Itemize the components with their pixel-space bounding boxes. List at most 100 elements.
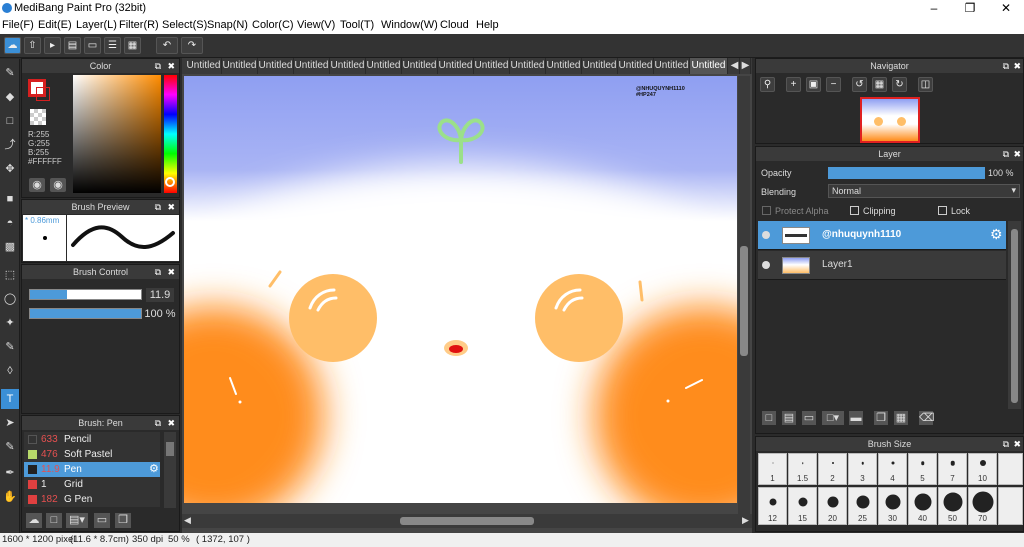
magic-wand-tool-icon[interactable]: ✦ [1,313,19,333]
layer-settings-icon[interactable]: ⚙ [990,226,1003,243]
menu-window[interactable]: Window(W) [381,19,438,31]
close-panel-icon[interactable]: ✖ [167,265,175,279]
duplicate-layer-icon[interactable]: ❐ [874,411,888,425]
brush-size-option[interactable]: 2 [818,453,847,485]
brush-size-option[interactable]: 70 [968,487,997,525]
menu-layer[interactable]: Layer(L) [76,19,117,31]
menu-tool[interactable]: Tool(T) [340,19,374,31]
close-panel-icon[interactable]: ✖ [167,416,175,430]
vertical-scrollbar[interactable] [738,76,750,516]
select-eraser-tool-icon[interactable]: ◊ [1,361,19,381]
layer-row-selected[interactable]: @nhuquynh1110 ⚙ [758,221,1006,250]
close-panel-icon[interactable]: ✖ [167,59,175,73]
brush-size-option[interactable]: 7 [938,453,967,485]
brush-size-option[interactable]: 5 [908,453,937,485]
duplicate-icon[interactable]: ❐ [115,513,131,528]
undock-icon[interactable]: ⧉ [1003,437,1009,451]
comment-icon[interactable]: ▤ [64,37,81,54]
brush-size-slider[interactable] [29,289,142,300]
add-layer-menu-icon[interactable]: □▾ [822,411,844,425]
share-icon[interactable]: ▸ [44,37,61,54]
move-tool-icon[interactable]: ✥ [1,159,19,179]
new-brush-icon[interactable]: □ [46,513,62,528]
drawing-canvas[interactable]: @NHUQUYNH1110 #HP247 [184,76,737,503]
scroll-left-icon[interactable]: ◀ [184,515,191,526]
scroll-thumb[interactable] [166,442,174,456]
brush-tool-icon[interactable]: ✎ [1,63,19,83]
lasso-tool-icon[interactable]: ◯ [1,289,19,309]
vertical-scroll-thumb[interactable] [740,246,748,356]
transparent-color-swatch[interactable] [30,109,46,125]
undock-icon[interactable]: ⧉ [155,200,161,214]
tab-untitled[interactable]: Untitled [258,58,294,74]
tab-untitled[interactable]: Untitled [618,58,654,74]
brush-size-option[interactable]: 12 [758,487,787,525]
menu-file[interactable]: File(F) [2,19,34,31]
fit-icon[interactable]: ▣ [806,77,821,92]
select-pen-tool-icon[interactable]: ✎ [1,337,19,357]
brush-item-pencil[interactable]: 633 Pencil [24,432,160,447]
brush-size-option[interactable]: 15 [788,487,817,525]
reset-view-icon[interactable]: ▦ [872,77,887,92]
menu-select[interactable]: Select(S) [162,19,207,31]
menu-edit[interactable]: Edit(E) [38,19,72,31]
tab-untitled[interactable]: Untitled [366,58,402,74]
tab-untitled[interactable]: Untitled [546,58,582,74]
new-halftone-layer-icon[interactable]: ▤ [782,411,796,425]
brush-size-option[interactable]: 10 [968,453,997,485]
minimize-button[interactable]: – [916,0,952,17]
brush-size-option[interactable]: 3 [848,453,877,485]
layer-row[interactable]: Layer1 [758,251,1006,280]
brush-opacity-slider[interactable] [29,308,142,319]
palette-icon[interactable]: ◉ [29,178,45,192]
document-icon[interactable]: ▭ [84,37,101,54]
horizontal-scroll-thumb[interactable] [400,517,534,525]
undock-icon[interactable]: ⧉ [155,59,161,73]
brush-size-option[interactable]: 4 [878,453,907,485]
brush-size-option[interactable]: 40 [908,487,937,525]
brush-size-value[interactable]: 11.9 [146,288,174,302]
tab-untitled[interactable]: Untitled [186,58,222,74]
layer-scroll-thumb[interactable] [1011,229,1018,403]
menu-view[interactable]: View(V) [297,19,335,31]
tab-scroll-left-icon[interactable]: ◀ [730,58,740,74]
undock-icon[interactable]: ⧉ [1003,59,1009,73]
eyedropper-tool-icon[interactable]: ✒ [1,463,19,483]
eye-icon[interactable] [762,231,770,239]
close-panel-icon[interactable]: ✖ [167,200,175,214]
brush-size-option[interactable]: 30 [878,487,907,525]
select-tool-icon[interactable]: ⬚ [1,265,19,285]
brush-size-option[interactable] [998,487,1023,525]
hue-handle[interactable] [165,177,175,187]
tab-untitled[interactable]: Untitled [402,58,438,74]
blending-select[interactable]: Normal ▾ [828,184,1020,198]
brush-settings-icon[interactable]: ⚙ [149,462,159,477]
fill-rect-tool-icon[interactable]: ■ [1,189,19,209]
undo-icon[interactable]: ↶ [156,37,178,54]
grid-icon[interactable]: ▦ [124,37,141,54]
line-tool-icon[interactable]: ⤴ [1,135,19,155]
cloud-icon[interactable]: ☁ [4,37,21,54]
tab-untitled[interactable]: Untitled [438,58,474,74]
undock-icon[interactable]: ⧉ [1003,147,1009,161]
brush-size-option[interactable] [998,453,1023,485]
rotate-left-icon[interactable]: ↺ [852,77,867,92]
layer-folder-icon[interactable]: ▬ [849,411,863,425]
text-tool-icon[interactable]: T [1,389,19,409]
zoom-icon[interactable]: ⚲ [760,77,775,92]
scroll-right-icon[interactable]: ▶ [742,515,749,526]
layer-list-scrollbar[interactable] [1008,221,1021,409]
tab-untitled[interactable]: Untitled [474,58,510,74]
tab-untitled[interactable]: Untitled [330,58,366,74]
close-panel-icon[interactable]: ✖ [1013,147,1021,161]
brush-list-scrollbar[interactable] [164,432,176,508]
close-panel-icon[interactable]: ✖ [1013,437,1021,451]
tab-untitled[interactable]: Untitled [654,58,690,74]
background-color-swatch[interactable] [36,87,50,101]
brush-size-option[interactable]: 25 [848,487,877,525]
add-brush-icon[interactable]: ▤▾ [66,513,88,528]
divide-tool-icon[interactable]: ✎ [1,437,19,457]
tab-untitled[interactable]: Untitled [222,58,258,74]
tab-untitled-active[interactable]: Untitled [690,58,728,74]
lock-checkbox[interactable] [938,206,947,215]
